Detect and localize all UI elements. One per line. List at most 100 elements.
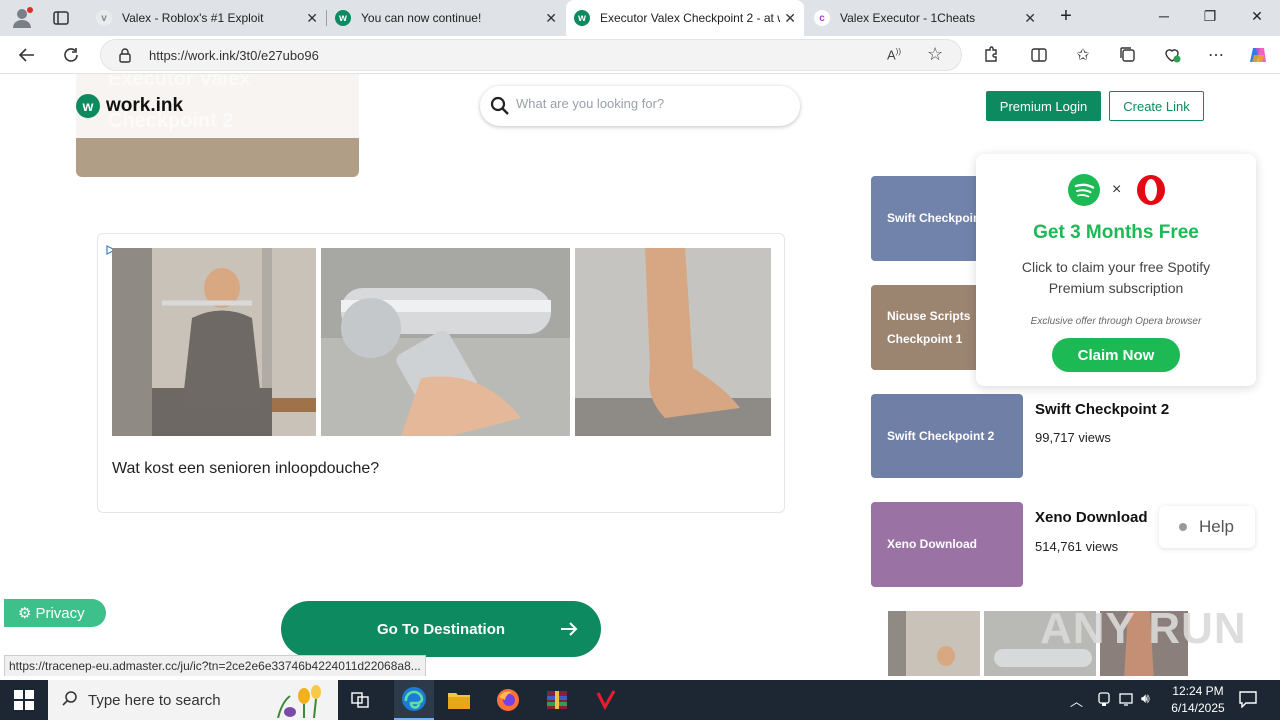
taskbar-search[interactable]: Type here to search — [48, 680, 338, 720]
network-icon[interactable] — [1118, 691, 1136, 710]
workink-logo-icon: w — [76, 94, 100, 118]
copilot-icon[interactable] — [1248, 45, 1268, 65]
search-icon — [62, 690, 78, 710]
offer-headline: Get 3 Months Free — [1033, 222, 1199, 243]
split-screen-icon[interactable] — [1029, 45, 1049, 65]
new-tab-icon[interactable]: + — [1056, 5, 1076, 28]
clock-time: 12:24 PM — [1172, 684, 1224, 698]
workink-tab-icon: w — [574, 10, 590, 26]
tab-title: Valex Executor - 1Cheats — [840, 11, 976, 25]
lock-icon[interactable] — [117, 47, 133, 63]
related-views: 99,717 views — [1035, 430, 1111, 445]
premium-login-button[interactable]: Premium Login — [986, 91, 1101, 121]
more-options-icon[interactable]: ⋯ — [1206, 45, 1226, 65]
related-tile-xeno-download[interactable]: Xeno Download — [871, 502, 1023, 587]
ad-image-thermostat-faucet[interactable] — [321, 248, 570, 436]
volume-icon[interactable]: 🔊︎ — [1141, 690, 1150, 707]
site-search — [480, 86, 800, 126]
ad-image-woman-shower-seat[interactable] — [112, 248, 316, 436]
privacy-label: Privacy — [35, 604, 85, 622]
related-title[interactable]: Xeno Download — [1035, 509, 1148, 526]
notifications-icon[interactable] — [1238, 690, 1258, 711]
help-label: Help — [1199, 517, 1234, 536]
related-title[interactable]: Swift Checkpoint 2 — [1035, 401, 1169, 418]
address-toolbar: https://work.ink/3t0/e27ubo96 A)) ☆ ✩ ⋯ — [0, 36, 1280, 74]
ad-caption[interactable]: Wat kost een senioren inloopdouche? — [112, 460, 379, 478]
minimize-icon[interactable]: ─ — [1154, 8, 1174, 24]
link-status-bar: https://tracenep-eu.admaster.cc/ju/ic?tn… — [4, 655, 426, 676]
url-text: https://work.ink/3t0/e27ubo96 — [149, 48, 319, 63]
read-aloud-icon[interactable]: A)) — [887, 47, 901, 62]
related-tile-label: Swift Checkpoint — [887, 211, 985, 225]
related-tile-swift-checkpoint-2[interactable]: Swift Checkpoint 2 — [871, 394, 1023, 478]
spotify-opera-offer-popup[interactable]: × Get 3 Months Free Click to claim your … — [976, 154, 1256, 386]
windows-start-icon[interactable] — [8, 684, 40, 716]
taskbar-search-placeholder: Type here to search — [88, 691, 221, 709]
spotify-logo-icon — [1068, 174, 1100, 206]
page-content: Executor Valex Checkpoint 2 w work.ink P… — [4, 74, 1276, 676]
tulips-search-art-icon — [268, 682, 332, 719]
search-input[interactable] — [516, 96, 786, 111]
claim-now-button[interactable]: Claim Now — [1052, 338, 1180, 372]
tab-title: You can now continue! — [361, 11, 482, 25]
network-device-icon[interactable] — [1096, 691, 1112, 710]
restore-icon[interactable]: ❐ — [1200, 8, 1220, 25]
valex-tab-icon: v — [96, 10, 112, 26]
browser-tab-bar: v Valex - Roblox's #1 Exploit ✕ w You ca… — [0, 0, 1280, 36]
windows-taskbar: Type here to search ︿ 🔊︎ 12:24 PM 6/14/2… — [0, 680, 1280, 720]
tab-actions-icon[interactable] — [52, 9, 70, 27]
related-tile-label: Swift Checkpoint 2 — [887, 428, 995, 443]
firefox-icon[interactable] — [492, 684, 524, 716]
tab-1cheats[interactable]: c Valex Executor - 1Cheats ✕ — [806, 0, 1044, 36]
favorite-star-icon[interactable]: ☆ — [927, 44, 943, 65]
create-link-button[interactable]: Create Link — [1109, 91, 1204, 121]
browser-essentials-icon[interactable] — [1162, 45, 1182, 65]
logo-text: work.ink — [106, 95, 184, 116]
related-tile-label: Xeno Download — [887, 537, 977, 551]
extensions-icon[interactable] — [981, 45, 1001, 65]
collections-icon[interactable] — [1118, 45, 1138, 65]
anyrun-watermark: ANY RUN — [1040, 604, 1247, 653]
offer-body: Click to claim your free Spotify Premium… — [1021, 259, 1211, 296]
tab-title: Valex - Roblox's #1 Exploit — [122, 11, 264, 25]
address-bar[interactable]: https://work.ink/3t0/e27ubo96 A)) ☆ — [100, 39, 962, 71]
close-tab-icon[interactable]: ✕ — [306, 10, 318, 27]
tab-title: Executor Valex Checkpoint 2 - at w — [600, 11, 780, 25]
go-to-destination-button[interactable]: Go To Destination — [281, 601, 601, 657]
close-tab-icon[interactable]: ✕ — [1024, 10, 1036, 27]
show-hidden-icons-chevron[interactable]: ︿ — [1070, 691, 1083, 710]
ad-card[interactable]: Wat kost een senioren inloopdouche? — [97, 233, 785, 513]
edge-taskbar-icon[interactable] — [394, 680, 434, 720]
valex-taskbar-icon[interactable] — [590, 684, 622, 716]
close-tab-icon[interactable]: ✕ — [545, 10, 557, 27]
workink-tab-icon: w — [335, 10, 351, 26]
1cheats-tab-icon: c — [814, 10, 830, 26]
gear-icon: ⚙ — [18, 605, 32, 622]
opera-logo-icon — [1136, 174, 1166, 206]
privacy-button[interactable]: ⚙ Privacy — [4, 599, 106, 627]
ad-image-foot-on-floor[interactable] — [575, 248, 771, 436]
clock-date: 6/14/2025 — [1171, 701, 1225, 715]
tab-executor-valex-checkpoint[interactable]: w Executor Valex Checkpoint 2 - at w ✕ — [566, 0, 804, 36]
site-logo[interactable]: w work.ink — [76, 94, 183, 118]
close-tab-icon[interactable]: ✕ — [784, 10, 796, 27]
related-views: 514,761 views — [1035, 539, 1119, 554]
taskbar-clock[interactable]: 12:24 PM 6/14/2025 — [1168, 684, 1228, 715]
help-widget[interactable]: Help — [1159, 506, 1255, 548]
profile-avatar-icon[interactable] — [10, 6, 34, 30]
back-icon[interactable] — [16, 44, 38, 66]
search-icon[interactable] — [490, 96, 510, 116]
arrow-right-icon — [559, 619, 579, 639]
favorites-icon[interactable]: ✩ — [1073, 45, 1093, 65]
hero-ghost-title: Executor Valex — [108, 74, 251, 90]
file-explorer-icon[interactable] — [443, 684, 475, 716]
task-view-icon[interactable] — [344, 684, 376, 716]
refresh-icon[interactable] — [60, 44, 82, 66]
help-status-dot — [1179, 523, 1187, 531]
tab-valex[interactable]: v Valex - Roblox's #1 Exploit ✕ — [88, 0, 326, 36]
hero-banner: Executor Valex Checkpoint 2 — [76, 74, 359, 177]
times-separator: × — [1112, 181, 1122, 198]
tab-continue[interactable]: w You can now continue! ✕ — [327, 0, 565, 36]
close-window-icon[interactable]: ✕ — [1247, 8, 1267, 25]
winrar-icon[interactable] — [541, 684, 573, 716]
